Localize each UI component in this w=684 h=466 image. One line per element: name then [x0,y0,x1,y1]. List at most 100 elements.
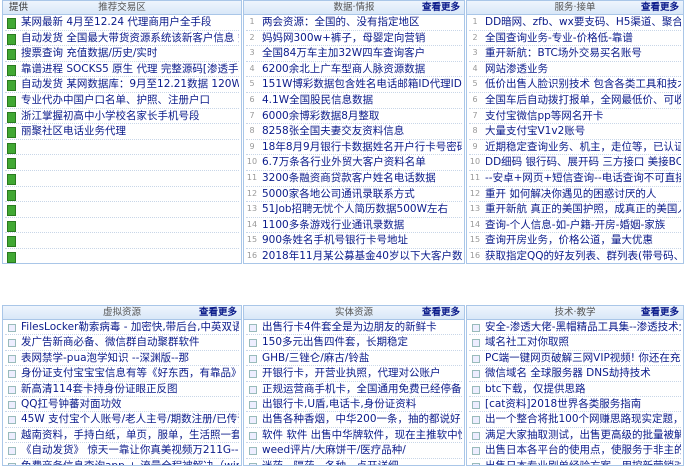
list-item[interactable]: GHB/三锉仑/麻古/铃盐 [246,351,462,367]
list-item[interactable]: 丽聚社区电话业务代理 [5,124,239,140]
list-item[interactable]: 出售日本各平台的使用点，使服务于非主的事情 [469,443,681,459]
list-item[interactable]: 12 重开 如何解决你遇见的困惑讨厌的人 [469,187,681,203]
list-item[interactable]: 14 1100多条游戏行业通讯录数据 [246,218,462,234]
item-index: 15 [246,235,258,245]
item-bullet-icon [472,462,480,465]
list-item[interactable]: 9 18年8月9月银行卡数据姓名开户行卡号密码证件号 [246,140,462,156]
list-item[interactable]: 1 两会资源：全国的、没有指定地区 [246,15,462,31]
list-item-label: 软件 软件 出售中华牌软件，现在主推软中性 [262,428,462,441]
list-item-label: 满足大家抽取测试，出售更高级的批量被解开服务 [485,428,681,441]
list-item[interactable]: 6 4.1W全国股民信息数据 [246,93,462,109]
list-item-label: 重开新航：BTC场外交易买名账号 [485,47,642,60]
list-item[interactable]: 8 8258张全国夫妻交友资料信息 [246,124,462,140]
list-item-label: PC端一键网页破解三网VIP视频! 你还在充会员? [485,351,681,364]
list-item-label: 大量支付宝V1v2账号 [485,125,586,138]
list-item[interactable]: 7 支付宝微信pp等网名开卡 [469,109,681,125]
view-more-link[interactable]: 查看更多 [422,1,460,14]
list-item[interactable]: 正规运营商手机卡，全国通用免费已经停备 插卡直 [246,382,462,397]
list-item[interactable]: 靠谱进程 SOCKS5 原生 代理 完整源码[渗透手段 [5,62,239,78]
list-item-label: 900条姓名手机号银行卡号地址 [262,234,409,247]
list-item[interactable]: 16 2018年11月某公募基金40岁以下大客户数据2000 [246,249,462,263]
list-item[interactable]: 满足大家抽取测试，出售更高级的批量被解开服务 [469,428,681,444]
list-item[interactable] [5,233,239,249]
list-item[interactable]: 出售行卡4件套全是为边朋友的新鲜卡 [246,320,462,336]
list-item[interactable]: 软件 软件 出售中华牌软件，现在主推软中性 [246,428,462,444]
list-item[interactable]: 《自动发货》 惊天一靠让你真美视频万211G-- [5,443,239,459]
list-item[interactable]: 身份证支付宝宝宝信息有等《好东西，有靠品》 [5,366,239,382]
list-item[interactable]: 150多元出售四件套，长期稳定 [246,335,462,351]
list-item[interactable] [5,249,239,263]
list-item[interactable]: 某网最新 4月至12.24 代理商用户全手段 [5,15,239,31]
list-item[interactable] [5,187,239,203]
list-item[interactable]: 开银行卡，开营业执照，代理对公账户 [246,366,462,382]
list-item[interactable]: 自动发货 某网数据库：9月至12.21数据 120W+ [5,77,239,93]
view-more-link[interactable]: 查看更多 [641,306,679,319]
item-marker-icon [7,158,16,170]
list-item[interactable]: 自动发货 全国最大带货资源系统该新客户信息 氪 [5,31,239,47]
list-item[interactable]: 1 DD暗网、zfb、wx要支码、H5渠道、聚合高家码 [469,15,681,31]
list-item[interactable]: 45W 支付宝个人账号/老人主号/期数注册/已传证 [5,412,239,428]
list-item[interactable]: 越南资料，手持白纸，单页，服单，生活照一套 [5,428,239,444]
list-item[interactable]: 出售各种香烟，中华200一条，抽的都说好 [246,412,462,428]
list-item[interactable]: 5 低价出售人脸识别技术 包含各类工具和技术教程 [469,77,681,93]
list-item[interactable]: 10 DD细码 银行码、展开码 三方接口 美接BC CP SS [469,155,681,171]
item-index: 10 [469,157,481,167]
list-item[interactable]: 10 6.7万条各行业外贸大客户资料名单 [246,155,462,171]
list-item[interactable]: 15 900条姓名手机号银行卡号地址 [246,233,462,249]
list-item[interactable]: 2 妈妈网300w+裤子，母婴定向营销 [246,31,462,47]
list-item[interactable]: 出售日本专业刷单经验方案，用控新营销对应销售 [469,459,681,465]
view-more-link[interactable]: 查看更多 [641,1,679,14]
list-item[interactable] [5,140,239,156]
list-item[interactable] [5,218,239,234]
item-bullet-icon [8,431,16,440]
list-item[interactable]: PC端一键网页破解三网VIP视频! 你还在充会员? [469,351,681,367]
list-item[interactable]: 浙江掌握初高中小学校名家长手机号段 [5,109,239,125]
list-item[interactable]: 15 查询开房业务，价格公道，量大优惠 [469,233,681,249]
list-item[interactable]: [cat资料]2018世界各类服务指南 [469,397,681,413]
panel-data-intel: 数据·情报 查看更多 1 两会资源：全国的、没有指定地区 2 妈妈网300w+裤子，母… [243,0,465,264]
list-item[interactable]: 微信域名 全球服务器 DNS劫持技术 [469,366,681,382]
list-item[interactable]: 12 5000家各地公司通讯录联系方式 [246,187,462,203]
item-bullet-icon [472,385,480,394]
item-index: 9 [472,141,478,151]
item-index: 3 [472,48,478,58]
list-item[interactable]: 新高清114套卡持身份证眼正反图 [5,382,239,397]
list-item[interactable]: FilesLocker勒索病毒 - 加密快,带后台,中英双语勒 [5,320,239,336]
list-item[interactable]: 11 3200条融资商贷款客户姓名电话数据 [246,171,462,187]
list-item[interactable]: 4 6200余北上广车型商人脉资源数据 [246,62,462,78]
list-item[interactable]: 迷药、隔药、各种，点开详细 [246,459,462,465]
item-index: 12 [246,188,258,198]
list-item[interactable]: weed评片/大麻饼干/医疗品种/ [246,443,462,459]
list-item[interactable]: 5 151W博彩数据包含姓名电话邮箱ID代理ID [246,77,462,93]
list-item[interactable]: 9 近期稳定查询业务、机主，走位等，已认证 [469,140,681,156]
list-item[interactable]: 11 --安卓+网页+短信查询--电话查询不可直接呼叫到 [469,171,681,187]
list-item[interactable]: 表网禁学-pua泡学知识 --深渊版--那 [5,351,239,367]
list-item[interactable]: 3 重开新航：BTC场外交易买名账号 [469,46,681,62]
list-item[interactable]: QQ扛号钟蕃对面功效 [5,397,239,413]
list-item[interactable] [5,171,239,187]
view-more-link[interactable]: 查看更多 [422,306,460,319]
list-item[interactable]: 免费商务信息查询app + 流量全程被解决（win) [5,459,239,465]
list-item[interactable]: 域名社工对你取照 [469,335,681,351]
list-item[interactable]: btc下载，仅提供思路 [469,382,681,397]
list-item[interactable]: 16 获取指定QQ的好友列表、群列表(带号码、备注) [469,249,681,263]
list-item[interactable]: 6 全国车后自动拨打报单，全网最低价、可收代理。 [469,93,681,109]
list-item[interactable]: 搜票查询 充值数据/历史/实时 [5,46,239,62]
list-item[interactable]: 13 重开新航 真正的美国护照，成真正的美国人！ [469,202,681,218]
list-item[interactable] [5,202,239,218]
list-item[interactable]: 专业代办中国户口名单、护照、注册户口 [5,93,239,109]
list-item[interactable]: 8 大量支付宝V1v2账号 [469,124,681,140]
list-item[interactable]: 13 51Job招聘无忧个人简历数据500W左右 [246,202,462,218]
list-item[interactable]: 发广告新商必备、微信群自动聚群软件 [5,335,239,351]
list-item[interactable]: 14 查询-个人信息-如-户籍-开房-婚姻-家族 [469,218,681,234]
item-bullet-icon [249,339,257,348]
list-item[interactable]: 7 6000余博彩数据8月整取 [246,109,462,125]
list-item[interactable] [5,155,239,171]
list-item[interactable]: 出一个整合将批100个网赚思路现实定题，爆炸的1 [469,412,681,428]
list-item[interactable]: 出银行卡,U盾,电话卡,身份证资料 [246,397,462,413]
list-item[interactable]: 3 全国84万车主加32W四车查询客户 [246,46,462,62]
list-item[interactable]: 2 全国查询业务-专业-价格低-靠谱 [469,31,681,47]
list-item[interactable]: 4 网站渗透业务 [469,62,681,78]
list-item[interactable]: 安全-渗透大佬-黑帽精品工具集--渗透技术大佬的 [469,320,681,336]
view-more-link[interactable]: 查看更多 [199,306,237,319]
